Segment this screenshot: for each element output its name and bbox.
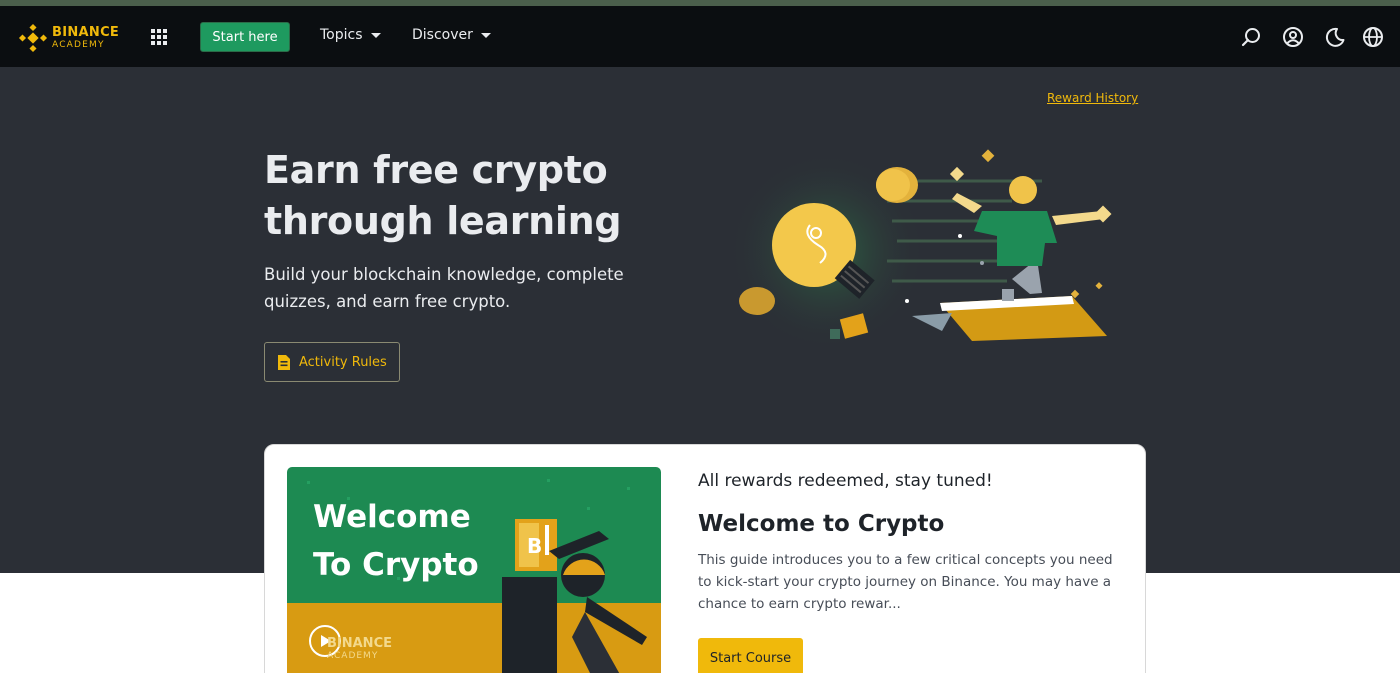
binance-logo-icon [18, 23, 48, 53]
course-thumbnail[interactable]: B Welcome To Crypto BINANCE ACADEMY [287, 467, 661, 673]
activity-rules-button[interactable]: Activity Rules [264, 342, 400, 382]
start-course-button[interactable]: Start Course [698, 638, 803, 673]
document-icon [278, 354, 290, 370]
svg-text:B: B [527, 534, 542, 558]
thumbnail-title-line2: To Crypto [313, 547, 479, 583]
chevron-down-icon [480, 32, 491, 38]
moon-icon[interactable] [1324, 26, 1346, 48]
thumbnail-brand-line2: ACADEMY [327, 651, 379, 661]
chevron-down-icon [370, 32, 381, 38]
user-icon[interactable] [1282, 26, 1304, 48]
topics-label: Topics [320, 27, 363, 43]
discover-dropdown[interactable]: Discover [412, 27, 491, 43]
topics-dropdown[interactable]: Topics [320, 27, 381, 43]
hero-title: Earn free crypto through learning [264, 148, 622, 243]
globe-icon[interactable] [1362, 26, 1384, 48]
logo-text-binance: BINANCE [52, 25, 120, 40]
grid-apps-icon[interactable] [150, 28, 168, 46]
top-navbar: BINANCE ACADEMY Start here Topics Discov… [0, 6, 1400, 67]
search-icon[interactable] [1240, 26, 1262, 48]
course-title[interactable]: Welcome to Crypto [698, 511, 944, 537]
course-description: This guide introduces you to a few criti… [698, 552, 1113, 612]
hero-illustration [727, 149, 1112, 351]
hero-subtitle: Build your blockchain knowledge, complet… [264, 265, 624, 311]
thumbnail-brand-line1: BINANCE [327, 636, 392, 651]
discover-label: Discover [412, 27, 473, 43]
start-here-button[interactable]: Start here [200, 22, 290, 52]
activity-rules-label: Activity Rules [299, 354, 387, 370]
binance-academy-logo[interactable]: BINANCE ACADEMY [18, 23, 119, 53]
course-card: B Welcome To Crypto BINANCE ACADEMY All … [264, 444, 1146, 673]
reward-status-text: All rewards redeemed, stay tuned! [698, 471, 993, 491]
thumbnail-title-line1: Welcome [313, 499, 471, 535]
logo-text-academy: ACADEMY [52, 40, 105, 50]
reward-history-link[interactable]: Reward History [1047, 91, 1138, 105]
